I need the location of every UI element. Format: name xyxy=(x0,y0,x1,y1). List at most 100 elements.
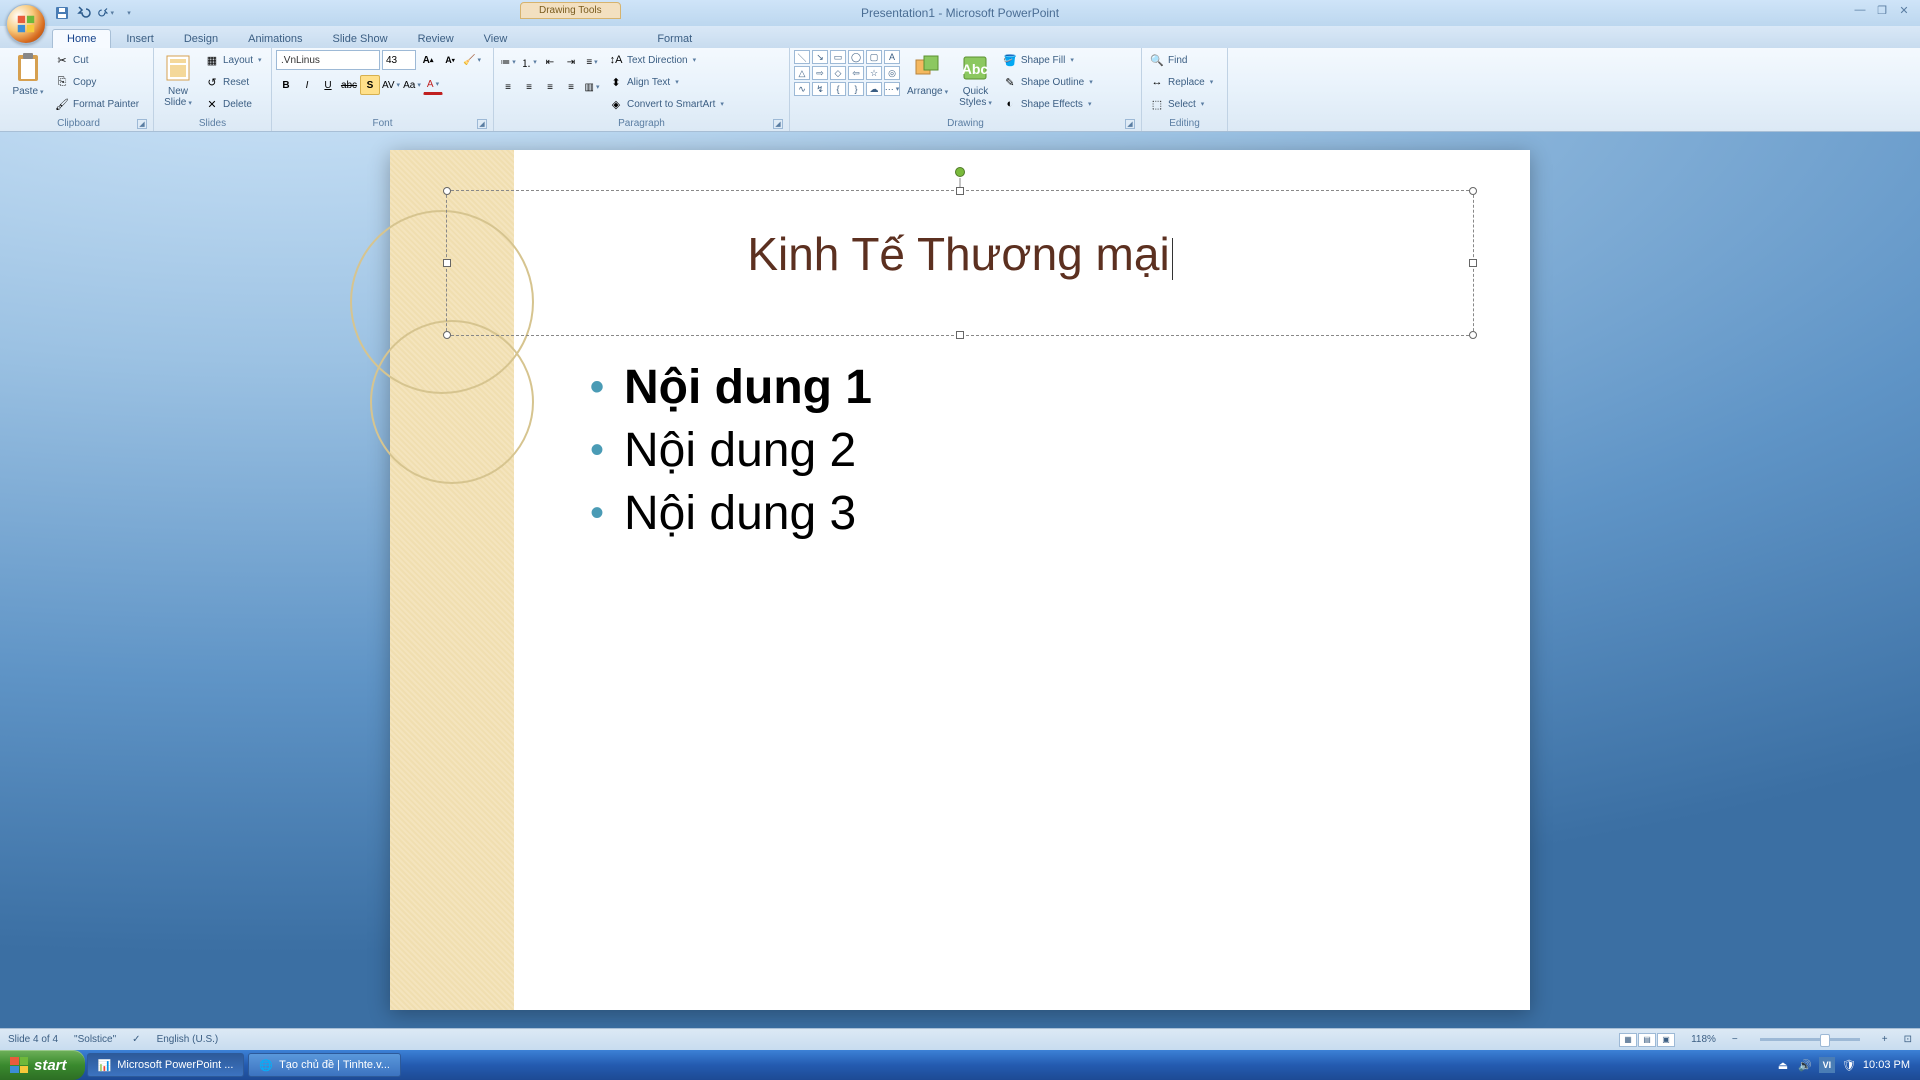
shape-more-icon[interactable]: ⋯ xyxy=(884,82,900,96)
bullets-button[interactable]: ≔ xyxy=(498,52,518,72)
shape-brace2-icon[interactable]: } xyxy=(848,82,864,96)
font-size-input[interactable] xyxy=(382,50,416,70)
tray-shield-icon[interactable]: 🛡 xyxy=(1841,1057,1857,1073)
shape-oval-icon[interactable]: ◯ xyxy=(848,50,864,64)
replace-button[interactable]: ↔Replace xyxy=(1146,72,1216,92)
resize-handle-bm[interactable] xyxy=(956,331,964,339)
shadow-button[interactable]: S xyxy=(360,75,380,95)
paste-button[interactable]: Paste xyxy=(8,50,48,99)
zoom-in-button[interactable]: + xyxy=(1882,1034,1888,1045)
shape-outline-button[interactable]: ✎Shape Outline xyxy=(999,72,1096,92)
delete-button[interactable]: ✕Delete xyxy=(201,94,265,114)
format-painter-button[interactable]: 🖌Format Painter xyxy=(51,94,142,114)
office-button[interactable] xyxy=(6,4,46,44)
slide-workspace[interactable]: Kinh Tế Thương mại Nội dung 1 Nội dung 2… xyxy=(0,132,1920,1044)
slideshow-view-button[interactable]: ▣ xyxy=(1657,1033,1675,1047)
tab-format[interactable]: Format xyxy=(642,29,707,48)
layout-button[interactable]: ▦Layout xyxy=(201,50,265,70)
tab-design[interactable]: Design xyxy=(169,29,233,48)
shape-triangle-icon[interactable]: △ xyxy=(794,66,810,80)
align-left-button[interactable]: ≡ xyxy=(498,77,518,97)
shape-rarrow-icon[interactable]: ⇨ xyxy=(812,66,828,80)
shape-rrect-icon[interactable]: ▢ xyxy=(866,50,882,64)
drawing-launcher[interactable]: ◢ xyxy=(1125,119,1135,129)
zoom-slider[interactable] xyxy=(1760,1038,1860,1041)
copy-button[interactable]: ⎘Copy xyxy=(51,72,142,92)
quick-styles-button[interactable]: Abc Quick Styles xyxy=(955,50,996,110)
columns-button[interactable]: ▥ xyxy=(582,77,602,97)
redo-icon[interactable] xyxy=(98,5,114,21)
resize-handle-bl[interactable] xyxy=(443,331,451,339)
fit-window-button[interactable]: ⊡ xyxy=(1904,1034,1912,1045)
font-color-button[interactable]: A xyxy=(423,75,443,95)
find-button[interactable]: 🔍Find xyxy=(1146,50,1216,70)
shape-line-icon[interactable]: ＼ xyxy=(794,50,810,64)
clear-format-button[interactable]: 🧹 xyxy=(462,50,482,70)
tab-view[interactable]: View xyxy=(469,29,523,48)
convert-smartart-button[interactable]: ◈Convert to SmartArt xyxy=(605,94,727,114)
shape-cloud-icon[interactable]: ☁ xyxy=(866,82,882,96)
zoom-out-button[interactable]: − xyxy=(1732,1034,1738,1045)
change-case-button[interactable]: Aa xyxy=(402,75,422,95)
list-item[interactable]: Nội dung 1 xyxy=(590,360,872,415)
minimize-button[interactable]: — xyxy=(1850,3,1870,17)
shape-brace-icon[interactable]: { xyxy=(830,82,846,96)
align-text-button[interactable]: ⬍Align Text xyxy=(605,72,727,92)
increase-indent-button[interactable]: ⇥ xyxy=(561,52,581,72)
shape-larrow-icon[interactable]: ⇦ xyxy=(848,66,864,80)
font-launcher[interactable]: ◢ xyxy=(477,119,487,129)
zoom-level[interactable]: 118% xyxy=(1691,1034,1716,1045)
cut-button[interactable]: ✂Cut xyxy=(51,50,142,70)
shape-fill-button[interactable]: 🪣Shape Fill xyxy=(999,50,1096,70)
grow-font-button[interactable]: A▴ xyxy=(418,50,438,70)
shapes-gallery[interactable]: ＼↘▭◯▢A △⇨◇⇦☆◎ ∿↯{}☁⋯ xyxy=(794,50,900,96)
shape-curve-icon[interactable]: ∿ xyxy=(794,82,810,96)
qat-customize-icon[interactable] xyxy=(120,5,136,21)
new-slide-button[interactable]: New Slide xyxy=(158,50,198,110)
bold-button[interactable]: B xyxy=(276,75,296,95)
shape-textbox-icon[interactable]: A xyxy=(884,50,900,64)
taskbar-item-powerpoint[interactable]: 📊Microsoft PowerPoint ... xyxy=(87,1053,245,1077)
slide-content-list[interactable]: Nội dung 1 Nội dung 2 Nội dung 3 xyxy=(590,360,872,549)
undo-icon[interactable] xyxy=(76,5,92,21)
spellcheck-icon[interactable]: ✓ xyxy=(132,1034,140,1045)
tab-slideshow[interactable]: Slide Show xyxy=(318,29,403,48)
decrease-indent-button[interactable]: ⇤ xyxy=(540,52,560,72)
tab-insert[interactable]: Insert xyxy=(111,29,169,48)
reset-button[interactable]: ↺Reset xyxy=(201,72,265,92)
start-button[interactable]: start xyxy=(0,1050,85,1080)
rotate-handle[interactable] xyxy=(955,167,965,177)
shape-connector-icon[interactable]: ↯ xyxy=(812,82,828,96)
align-center-button[interactable]: ≡ xyxy=(519,77,539,97)
tray-clock[interactable]: 10:03 PM xyxy=(1863,1059,1910,1071)
char-spacing-button[interactable]: AV xyxy=(381,75,401,95)
list-item[interactable]: Nội dung 3 xyxy=(590,486,872,541)
tab-animations[interactable]: Animations xyxy=(233,29,317,48)
strikethrough-button[interactable]: abc xyxy=(339,75,359,95)
save-icon[interactable] xyxy=(54,5,70,21)
line-spacing-button[interactable]: ≡ xyxy=(582,52,602,72)
tray-safely-remove-icon[interactable]: ⏏ xyxy=(1775,1057,1791,1073)
list-item[interactable]: Nội dung 2 xyxy=(590,423,872,478)
select-button[interactable]: ⬚Select xyxy=(1146,94,1216,114)
title-textbox[interactable]: Kinh Tế Thương mại xyxy=(446,190,1474,336)
sorter-view-button[interactable]: ▤ xyxy=(1638,1033,1656,1047)
shape-rect-icon[interactable]: ▭ xyxy=(830,50,846,64)
justify-button[interactable]: ≡ xyxy=(561,77,581,97)
tab-home[interactable]: Home xyxy=(52,29,111,48)
taskbar-item-browser[interactable]: 🌐Tạo chủ đề | Tinhte.v... xyxy=(248,1053,401,1077)
shape-callout-icon[interactable]: ◎ xyxy=(884,66,900,80)
slide-canvas[interactable]: Kinh Tế Thương mại Nội dung 1 Nội dung 2… xyxy=(390,150,1530,1010)
slide-title-text[interactable]: Kinh Tế Thương mại xyxy=(447,191,1473,281)
italic-button[interactable]: I xyxy=(297,75,317,95)
numbering-button[interactable]: ⒈ xyxy=(519,52,539,72)
tray-language-icon[interactable]: VI xyxy=(1819,1057,1835,1073)
font-family-input[interactable] xyxy=(276,50,380,70)
shape-star-icon[interactable]: ☆ xyxy=(866,66,882,80)
shrink-font-button[interactable]: A▾ xyxy=(440,50,460,70)
close-button[interactable]: ✕ xyxy=(1894,3,1914,17)
restore-button[interactable]: ❐ xyxy=(1872,3,1892,17)
language-indicator[interactable]: English (U.S.) xyxy=(157,1034,219,1045)
text-direction-button[interactable]: ↕AText Direction xyxy=(605,50,727,70)
align-right-button[interactable]: ≡ xyxy=(540,77,560,97)
